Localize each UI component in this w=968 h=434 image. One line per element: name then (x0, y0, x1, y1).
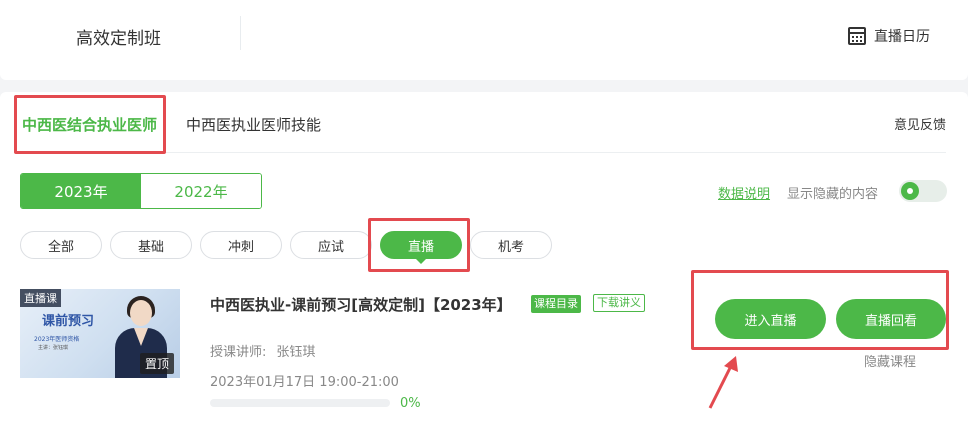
course-catalog-badge[interactable]: 课程目录 (531, 295, 581, 313)
toggle-knob (901, 182, 919, 200)
tab-physician-skills[interactable]: 中西医执业医师技能 (186, 114, 321, 135)
thumbnail-lecturer: 主讲：张钰琪 (38, 345, 69, 351)
pinned-badge: 置顶 (139, 353, 174, 374)
tab-integrated-physician[interactable]: 中西医结合执业医师 (22, 114, 157, 135)
progress-percent: 0% (400, 396, 421, 411)
annotation-arrow (708, 356, 738, 409)
thumbnail-heading: 课前预习 (42, 314, 95, 329)
course-datetime: 2023年01月17日 19:00-21:00 (210, 375, 399, 390)
year-2022-button[interactable]: 2022年 (141, 174, 261, 208)
filter-live[interactable]: 直播 (380, 231, 462, 264)
progress-bar (210, 399, 390, 407)
show-hidden-label: 显示隐藏的内容 (787, 187, 879, 202)
show-hidden-toggle[interactable] (899, 180, 947, 202)
download-handout-badge[interactable]: 下载讲义 (593, 294, 645, 312)
live-calendar-label: 直播日历 (874, 29, 930, 45)
filter-basic[interactable]: 基础 (110, 231, 192, 259)
lecturer-label: 授课讲师: (210, 345, 267, 360)
filter-computer-exam[interactable]: 机考 (470, 231, 552, 259)
header-divider (240, 16, 241, 50)
course-list-card: 中西医结合执业医师 中西医执业医师技能 意见反馈 2023年 2022年 数据说… (0, 92, 968, 434)
hide-course-link[interactable]: 隐藏课程 (864, 351, 916, 370)
course-header: 高效定制班 直播日历 (0, 0, 968, 80)
feedback-link[interactable]: 意见反馈 (894, 114, 946, 133)
year-2023-button[interactable]: 2023年 (21, 174, 141, 208)
filter-sprint[interactable]: 冲刺 (200, 231, 282, 259)
calendar-icon (848, 27, 866, 45)
data-explain-link[interactable]: 数据说明 (718, 183, 770, 202)
filter-all[interactable]: 全部 (20, 231, 102, 259)
course-thumbnail[interactable]: 直播课 课前预习 2023年医师资格 主讲：张钰琪 置顶 (20, 289, 180, 378)
live-course-tag: 直播课 (20, 289, 61, 307)
course-name[interactable]: 中西医执业-课前预习[高效定制]【2023年】 (210, 294, 512, 315)
filter-exam[interactable]: 应试 (290, 231, 372, 259)
live-replay-button[interactable]: 直播回看 (836, 299, 946, 339)
lecturer-info: 授课讲师: 张钰琪 (210, 341, 315, 360)
lecturer-name: 张钰琪 (276, 345, 316, 360)
thumbnail-subtitle: 2023年医师资格 (34, 336, 80, 343)
enter-live-button[interactable]: 进入直播 (715, 299, 826, 339)
live-calendar-link[interactable]: 直播日历 (848, 26, 930, 46)
year-toggle: 2023年 2022年 (20, 173, 262, 209)
tab-divider (20, 152, 946, 153)
course-title: 高效定制班 (76, 29, 161, 49)
